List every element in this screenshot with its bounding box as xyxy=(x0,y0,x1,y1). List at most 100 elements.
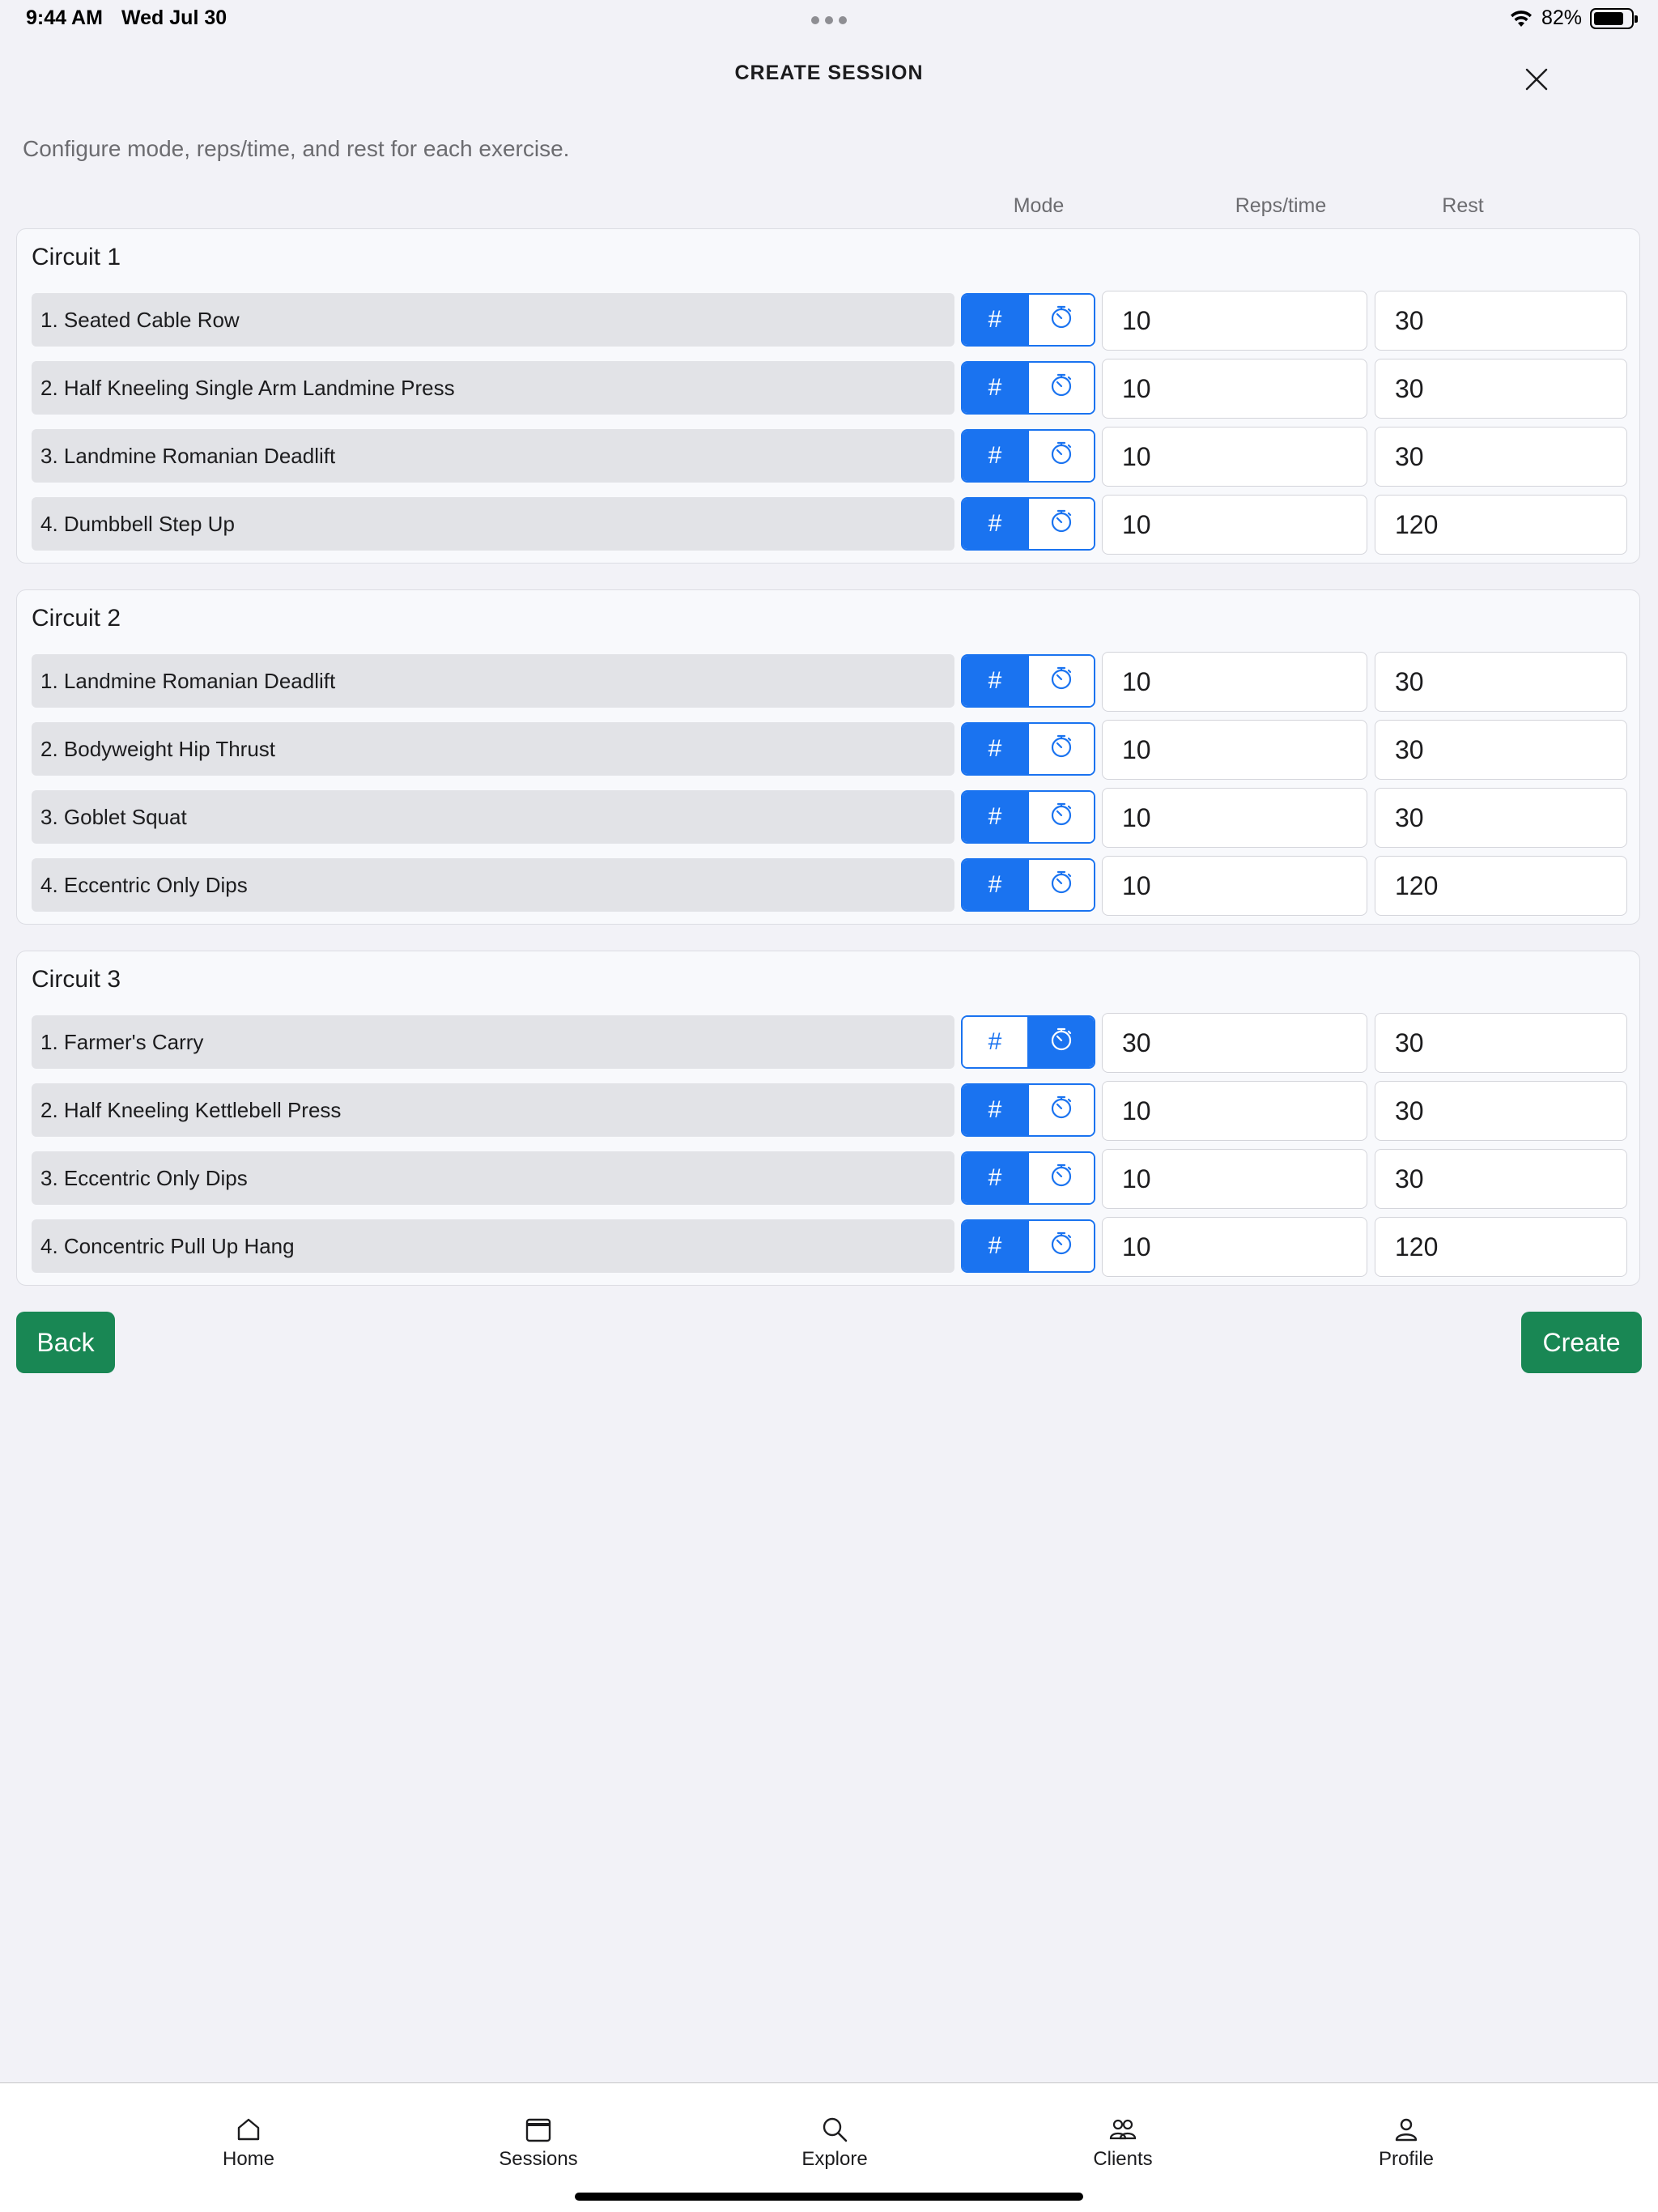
mode-reps-button[interactable]: # xyxy=(963,792,1027,842)
hash-icon: # xyxy=(988,1028,1002,1055)
exercise-row: 1. Seated Cable Row # xyxy=(32,291,1643,351)
rest-input[interactable] xyxy=(1375,359,1627,419)
reps-time-input[interactable] xyxy=(1102,495,1367,555)
close-button[interactable] xyxy=(1519,62,1554,97)
mode-toggle: # xyxy=(961,858,1095,912)
rest-input[interactable] xyxy=(1375,427,1627,487)
hash-icon: # xyxy=(988,1096,1002,1123)
reps-time-input[interactable] xyxy=(1102,359,1367,419)
mode-time-button[interactable] xyxy=(1027,724,1094,774)
mode-reps-button[interactable]: # xyxy=(963,431,1027,481)
hash-icon: # xyxy=(988,871,1002,898)
rest-input[interactable] xyxy=(1375,856,1627,916)
mode-time-button[interactable] xyxy=(1027,860,1094,910)
stopwatch-icon xyxy=(1048,508,1074,540)
exercise-name: 2. Bodyweight Hip Thrust xyxy=(32,722,954,776)
reps-time-input[interactable] xyxy=(1102,1217,1367,1277)
reps-time-input[interactable] xyxy=(1102,291,1367,351)
rest-input[interactable] xyxy=(1375,1081,1627,1141)
reps-time-input[interactable] xyxy=(1102,427,1367,487)
hash-icon: # xyxy=(988,510,1002,537)
mode-time-button[interactable] xyxy=(1027,1085,1094,1135)
rest-input[interactable] xyxy=(1375,652,1627,712)
back-button[interactable]: Back xyxy=(16,1312,115,1373)
mode-time-button[interactable] xyxy=(1027,656,1094,706)
rest-input[interactable] xyxy=(1375,1013,1627,1073)
status-bar: 9:44 AM Wed Jul 30 82% xyxy=(0,0,1658,39)
mode-toggle: # xyxy=(961,722,1095,776)
reps-time-input[interactable] xyxy=(1102,1013,1367,1073)
exercise-name: 4. Eccentric Only Dips xyxy=(32,858,954,912)
create-button[interactable]: Create xyxy=(1521,1312,1642,1373)
column-header-rest: Rest xyxy=(1442,194,1484,217)
mode-time-button[interactable] xyxy=(1027,792,1094,842)
exercise-name: 4. Dumbbell Step Up xyxy=(32,497,954,551)
reps-time-input[interactable] xyxy=(1102,1081,1367,1141)
mode-time-button[interactable] xyxy=(1027,363,1094,413)
circuit-title: Circuit 3 xyxy=(32,966,121,993)
rest-input[interactable] xyxy=(1375,788,1627,848)
circuit-title: Circuit 1 xyxy=(32,244,121,270)
tab-profile[interactable]: Profile xyxy=(1333,2116,1479,2171)
mode-time-button[interactable] xyxy=(1027,1153,1094,1203)
mode-time-button[interactable] xyxy=(1027,1017,1094,1067)
mode-reps-button[interactable]: # xyxy=(963,860,1027,910)
exercise-row: 3. Landmine Romanian Deadlift # xyxy=(32,427,1643,487)
rest-input[interactable] xyxy=(1375,720,1627,780)
mode-reps-button[interactable]: # xyxy=(963,724,1027,774)
reps-time-input[interactable] xyxy=(1102,720,1367,780)
home-indicator[interactable] xyxy=(575,2193,1083,2201)
hash-icon: # xyxy=(988,1164,1002,1191)
exercise-row: 4. Concentric Pull Up Hang # xyxy=(32,1217,1643,1277)
mode-reps-button[interactable]: # xyxy=(963,1085,1027,1135)
exercise-row: 1. Farmer's Carry # xyxy=(32,1013,1643,1073)
rest-input[interactable] xyxy=(1375,291,1627,351)
hash-icon: # xyxy=(988,667,1002,694)
tab-sessions[interactable]: Sessions xyxy=(466,2116,611,2171)
rest-input[interactable] xyxy=(1375,1149,1627,1209)
status-indicators: 82% xyxy=(1509,6,1638,30)
reps-time-input[interactable] xyxy=(1102,652,1367,712)
reps-time-input[interactable] xyxy=(1102,856,1367,916)
mode-toggle: # xyxy=(961,654,1095,708)
mode-time-button[interactable] xyxy=(1027,1221,1094,1271)
mode-reps-button[interactable]: # xyxy=(963,295,1027,345)
mode-reps-button[interactable]: # xyxy=(963,363,1027,413)
tab-sessions-label: Sessions xyxy=(499,2148,578,2170)
mode-reps-button[interactable]: # xyxy=(963,1017,1027,1067)
hash-icon: # xyxy=(988,306,1002,333)
tab-explore[interactable]: Explore xyxy=(762,2116,908,2171)
exercise-name: 3. Goblet Squat xyxy=(32,790,954,844)
mode-toggle: # xyxy=(961,790,1095,844)
mode-toggle: # xyxy=(961,361,1095,415)
exercise-name: 2. Half Kneeling Single Arm Landmine Pre… xyxy=(32,361,954,415)
circuit-title: Circuit 2 xyxy=(32,605,121,632)
mode-time-button[interactable] xyxy=(1027,295,1094,345)
hash-icon: # xyxy=(988,803,1002,830)
stopwatch-icon xyxy=(1048,1162,1074,1194)
reps-time-input[interactable] xyxy=(1102,788,1367,848)
rest-input[interactable] xyxy=(1375,495,1627,555)
reps-time-input[interactable] xyxy=(1102,1149,1367,1209)
exercise-row: 3. Eccentric Only Dips # xyxy=(32,1149,1643,1209)
mode-reps-button[interactable]: # xyxy=(963,1153,1027,1203)
status-time: 9:44 AM xyxy=(26,6,103,29)
status-date: Wed Jul 30 xyxy=(121,6,227,29)
hash-icon: # xyxy=(988,1232,1002,1259)
exercise-name: 3. Landmine Romanian Deadlift xyxy=(32,429,954,483)
mode-reps-button[interactable]: # xyxy=(963,656,1027,706)
mode-toggle: # xyxy=(961,1219,1095,1273)
exercise-row: 1. Landmine Romanian Deadlift # xyxy=(32,652,1643,712)
mode-time-button[interactable] xyxy=(1027,499,1094,549)
mode-reps-button[interactable]: # xyxy=(963,1221,1027,1271)
multitasking-dots-icon[interactable] xyxy=(811,16,847,24)
mode-time-button[interactable] xyxy=(1027,431,1094,481)
calendar-icon xyxy=(525,2116,552,2143)
mode-reps-button[interactable]: # xyxy=(963,499,1027,549)
page-title: CREATE SESSION xyxy=(734,62,924,84)
tab-home[interactable]: Home xyxy=(176,2116,321,2171)
wifi-icon xyxy=(1509,9,1533,28)
stopwatch-icon xyxy=(1048,665,1074,697)
tab-clients[interactable]: Clients xyxy=(1050,2116,1196,2171)
rest-input[interactable] xyxy=(1375,1217,1627,1277)
